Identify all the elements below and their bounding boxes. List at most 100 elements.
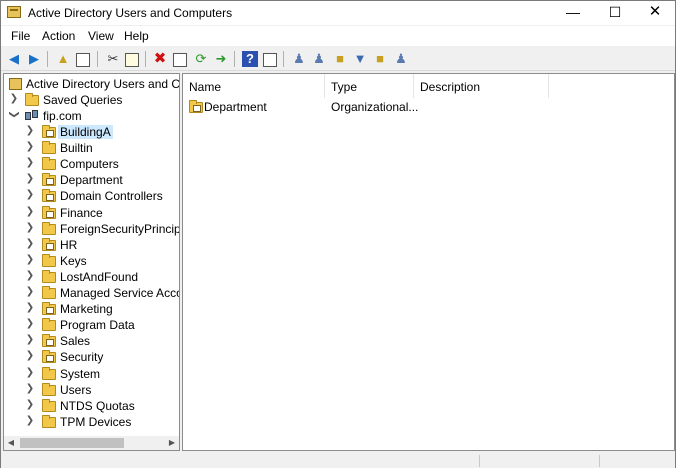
refresh-icon[interactable]: ⟳ xyxy=(193,51,209,67)
tree-item-builtin[interactable]: ❯ Builtin xyxy=(4,140,179,156)
cut-icon[interactable]: ✂ xyxy=(105,51,121,67)
tree-label: Program Data xyxy=(60,318,135,333)
chevron-down-icon[interactable]: ❯ xyxy=(9,110,20,120)
tree-label: System xyxy=(60,366,101,381)
copy-icon[interactable] xyxy=(124,51,140,67)
menu-help[interactable]: Help xyxy=(124,29,149,43)
up-folder-icon[interactable]: ▲ xyxy=(55,51,71,67)
tree-label: Finance xyxy=(60,205,103,220)
chevron-right-icon[interactable]: ❯ xyxy=(25,157,35,168)
list-item[interactable]: Department Organizational... xyxy=(187,98,667,115)
action-pane-icon[interactable] xyxy=(262,51,278,67)
chevron-right-icon[interactable]: ❯ xyxy=(25,141,35,152)
chevron-right-icon[interactable]: ❯ xyxy=(25,367,35,378)
menu-bar: File Action View Help xyxy=(1,26,675,46)
tree-label: Managed Service Accounts xyxy=(60,286,179,300)
menu-action[interactable]: Action xyxy=(42,29,75,43)
tree-item-domain[interactable]: ❯ fip.com xyxy=(4,108,179,124)
tree-label: Active Directory Users and Computers xyxy=(26,77,180,91)
chevron-right-icon[interactable]: ❯ xyxy=(25,189,35,200)
ou-icon xyxy=(42,334,56,348)
chevron-right-icon[interactable]: ❯ xyxy=(25,302,35,313)
scrollbar-thumb[interactable] xyxy=(20,438,124,448)
list-item-name: Department xyxy=(204,100,267,114)
new-group-icon[interactable]: ♟ xyxy=(311,51,327,67)
tree-item-computers[interactable]: ❯ Computers xyxy=(4,156,179,172)
forward-icon[interactable]: ▶ xyxy=(26,51,42,67)
toolbar-separator xyxy=(145,51,146,67)
help-icon[interactable]: ? xyxy=(242,51,258,67)
scroll-right-arrow-icon[interactable]: ▶ xyxy=(166,437,178,449)
chevron-right-icon[interactable]: ❯ xyxy=(25,270,35,281)
chevron-right-icon[interactable]: ❯ xyxy=(25,286,35,297)
title-bar[interactable]: Active Directory Users and Computers — ☐… xyxy=(1,1,675,25)
column-header-name[interactable]: Name xyxy=(183,74,325,98)
tree-label: NTDS Quotas xyxy=(60,398,135,413)
tree-item-program-data[interactable]: ❯ Program Data xyxy=(4,317,179,333)
filter-icon[interactable]: ▼ xyxy=(352,51,368,67)
folder-icon xyxy=(42,318,56,332)
chevron-right-icon[interactable]: ❯ xyxy=(25,399,35,410)
aduc-app-icon xyxy=(7,6,21,18)
menu-view[interactable]: View xyxy=(88,29,114,43)
tree-item-ntds-quotas[interactable]: ❯ NTDS Quotas xyxy=(4,398,179,414)
tree-label: BuildingA xyxy=(58,125,113,139)
chevron-right-icon[interactable]: ❯ xyxy=(25,383,35,394)
back-icon[interactable]: ◀ xyxy=(6,51,22,67)
tree-item-marketing[interactable]: ❯ Marketing xyxy=(4,301,179,317)
chevron-right-icon[interactable]: ❯ xyxy=(9,93,19,104)
window-title: Active Directory Users and Computers xyxy=(28,6,233,20)
tree-item-finance[interactable]: ❯ Finance xyxy=(4,205,179,221)
folder-icon xyxy=(42,414,56,428)
minimize-button[interactable]: — xyxy=(553,1,593,25)
new-ou-icon[interactable]: ■ xyxy=(332,51,348,67)
tree-item-foreignsecurityprincipals[interactable]: ❯ ForeignSecurityPrincipals xyxy=(4,221,179,237)
tree-label: Saved Queries xyxy=(43,93,123,107)
ou-icon xyxy=(42,237,56,251)
delete-icon[interactable]: ✖ xyxy=(152,51,168,67)
tree-item-keys[interactable]: ❯ Keys xyxy=(4,253,179,269)
tree-item-saved-queries[interactable]: ❯ Saved Queries xyxy=(4,92,179,108)
tree-item-department[interactable]: ❯ Department xyxy=(4,172,179,188)
chevron-right-icon[interactable]: ❯ xyxy=(25,173,35,184)
column-header-description[interactable]: Description xyxy=(414,74,549,98)
tree-item-buildinga[interactable]: ❯ BuildingA xyxy=(4,124,179,140)
export-list-icon[interactable]: ➜ xyxy=(213,51,229,67)
menu-file[interactable]: File xyxy=(11,29,30,43)
chevron-right-icon[interactable]: ❯ xyxy=(25,318,35,329)
tree-item-domain-controllers[interactable]: ❯ Domain Controllers xyxy=(4,188,179,204)
chevron-right-icon[interactable]: ❯ xyxy=(25,238,35,249)
chevron-right-icon[interactable]: ❯ xyxy=(25,334,35,345)
tree-item-root[interactable]: Active Directory Users and Computers xyxy=(4,76,180,92)
column-header-type[interactable]: Type xyxy=(325,74,414,98)
tree-item-managed-service-accounts[interactable]: ❯ Managed Service Accounts xyxy=(4,285,179,301)
tree-horizontal-scrollbar[interactable]: ◀ ▶ xyxy=(4,436,179,450)
folder-icon xyxy=(42,269,56,283)
tree-item-system[interactable]: ❯ System xyxy=(4,366,179,382)
tree-item-sales[interactable]: ❯ Sales xyxy=(4,333,179,349)
tree-item-hr[interactable]: ❯ HR xyxy=(4,237,179,253)
new-user-icon[interactable]: ♟ xyxy=(291,51,307,67)
tree-item-security[interactable]: ❯ Security xyxy=(4,349,179,365)
add-to-group-icon[interactable]: ♟ xyxy=(393,51,409,67)
console-tree[interactable]: Active Directory Users and Computers ❯ S… xyxy=(3,73,180,451)
scroll-left-arrow-icon[interactable]: ◀ xyxy=(5,437,17,449)
tree-item-tpm-devices[interactable]: ❯ TPM Devices xyxy=(4,414,179,430)
chevron-right-icon[interactable]: ❯ xyxy=(25,415,35,426)
maximize-button[interactable]: ☐ xyxy=(595,1,635,25)
chevron-right-icon[interactable]: ❯ xyxy=(25,222,35,233)
tree-item-lostandfound[interactable]: ❯ LostAndFound xyxy=(4,269,179,285)
details-pane[interactable]: Name Type Description Department Organiz… xyxy=(182,73,675,451)
close-button[interactable]: ✕ xyxy=(635,1,675,25)
chevron-right-icon[interactable]: ❯ xyxy=(25,125,35,136)
properties-icon[interactable] xyxy=(172,51,188,67)
tree-item-users[interactable]: ❯ Users xyxy=(4,382,179,398)
tree-label: Department xyxy=(60,173,123,188)
tree-label: Computers xyxy=(60,157,119,172)
chevron-right-icon[interactable]: ❯ xyxy=(25,206,35,217)
find-icon[interactable]: ■ xyxy=(372,51,388,67)
tree-label: Builtin xyxy=(60,141,93,156)
chevron-right-icon[interactable]: ❯ xyxy=(25,350,35,361)
chevron-right-icon[interactable]: ❯ xyxy=(25,254,35,265)
show-console-tree-icon[interactable] xyxy=(75,51,91,67)
